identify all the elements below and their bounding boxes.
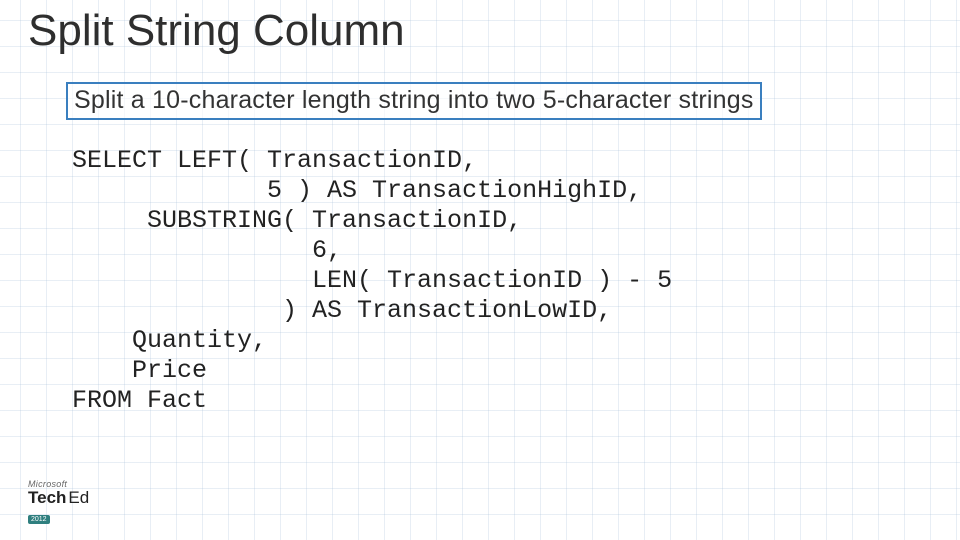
subtitle-text: Split a 10-character length string into … <box>74 86 754 114</box>
brand-row: TechEd <box>28 488 89 508</box>
code-block: SELECT LEFT( TransactionID, 5 ) AS Trans… <box>72 146 672 416</box>
footer-logo: Microsoft TechEd 2012 <box>28 479 89 526</box>
brand-part2: Ed <box>68 488 89 508</box>
slide-title: Split String Column <box>28 6 405 56</box>
brand-part1: Tech <box>28 488 66 508</box>
subtitle-box: Split a 10-character length string into … <box>66 82 762 120</box>
year-badge: 2012 <box>28 515 50 524</box>
